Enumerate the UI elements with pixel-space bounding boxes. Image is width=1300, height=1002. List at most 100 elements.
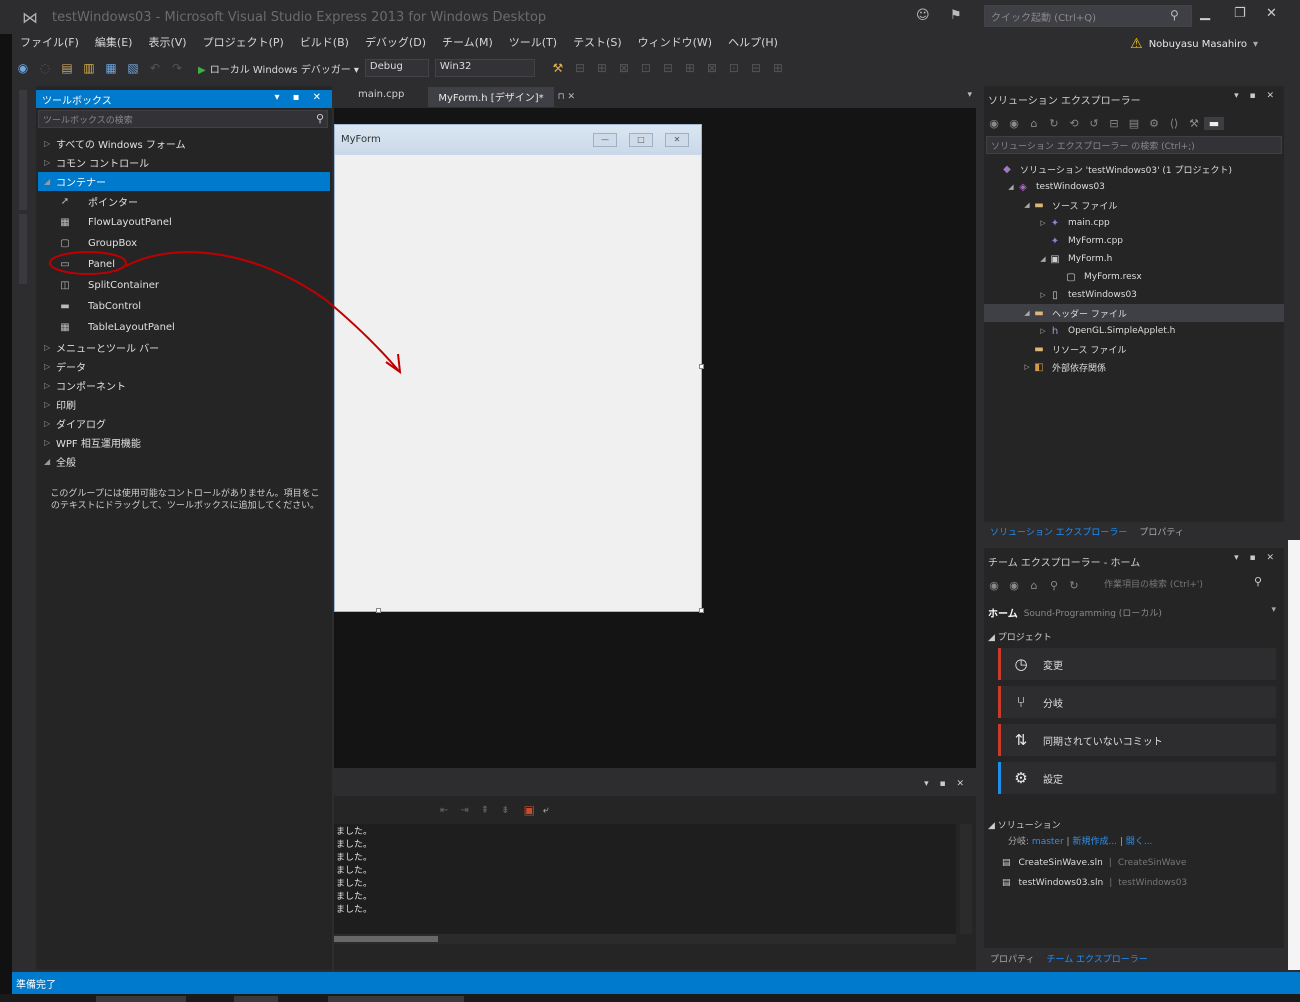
solutions-section-header[interactable]: ◢ ソリューション	[988, 818, 1061, 831]
layout-align-icon-10[interactable]: ⊞	[769, 59, 787, 77]
panel-window-buttons[interactable]: ▾ ▪ ✕	[1234, 91, 1278, 101]
menu-item[interactable]: ウィンドウ(W)	[630, 34, 720, 54]
document-tab[interactable]: main.cpp	[348, 87, 414, 107]
menu-item[interactable]: チーム(M)	[434, 34, 501, 54]
solution-row[interactable]: ▤ testWindows03.sln | testWindows03	[1002, 874, 1187, 892]
tab-pin-close-icons[interactable]: ⊓ ✕	[558, 92, 575, 102]
home-icon[interactable]: ⌂	[1024, 117, 1044, 130]
toolbox-group[interactable]: ▷ コモン コントロール	[38, 153, 330, 172]
tree-node[interactable]: ◆ ソリューション 'testWindows03' (1 プロジェクト)	[984, 160, 1284, 178]
start-debugging-button[interactable]: ▶ ローカル Windows デバッガー ▾	[198, 61, 359, 76]
layout-align-icon-9[interactable]: ⊟	[747, 59, 765, 77]
new-solution-link[interactable]: 新規作成...	[1072, 837, 1117, 847]
find-message-icon[interactable]: ⇞	[481, 805, 489, 816]
expanded-arrow-icon[interactable]: ◢	[1006, 183, 1016, 191]
menu-item[interactable]: 表示(V)	[140, 34, 194, 54]
output-text[interactable]: ました。 ました。 ました。 ました。 ました。 ました。 ました。	[334, 824, 956, 934]
panel-tab[interactable]: プロパティ	[1133, 522, 1189, 541]
team-explorer-tile[interactable]: ⇅ 同期されていないコミット	[998, 724, 1276, 756]
collapsed-arrow-icon[interactable]: ▷	[1038, 219, 1048, 227]
panel-window-buttons[interactable]: ▾ ▪ ✕	[924, 779, 968, 789]
taskbar-item[interactable]	[328, 996, 464, 1002]
menu-item[interactable]: ビルド(B)	[292, 34, 357, 54]
panel-window-buttons[interactable]: ▾ ▪ ✕	[1234, 553, 1278, 563]
quick-launch-input[interactable]: クイック起動 (Ctrl+Q)	[984, 5, 1192, 27]
platform-select[interactable]: Win32	[434, 59, 535, 77]
output-header[interactable]: ▾ ▪ ✕	[334, 774, 976, 796]
menu-item[interactable]: ファイル(F)	[12, 34, 87, 54]
panel-tab[interactable]: チーム エクスプローラー	[1040, 949, 1153, 968]
layout-align-icon-4[interactable]: ⊡	[637, 59, 655, 77]
layout-align-icon-8[interactable]: ⊡	[725, 59, 743, 77]
search-icon[interactable]: ⚲	[316, 112, 324, 125]
output-vertical-scrollbar[interactable]	[960, 824, 972, 934]
team-explorer-context[interactable]: ホーム Sound-Programming (ローカル) ▾	[988, 602, 1280, 622]
back-icon[interactable]: ◉	[14, 59, 32, 77]
team-explorer-tile[interactable]: ⚙ 設定	[998, 762, 1276, 794]
save-icon[interactable]: ▦	[102, 59, 120, 77]
resize-handle-corner[interactable]	[699, 608, 704, 613]
feedback-icon[interactable]: ☺	[916, 8, 930, 23]
forward-icon[interactable]: ◉	[1004, 579, 1024, 592]
solution-row[interactable]: ▤ CreateSinWave.sln | CreateSinWave	[1002, 854, 1186, 872]
connect-icon[interactable]: ⚲	[1044, 579, 1064, 592]
expanded-arrow-icon[interactable]: ◢	[1022, 309, 1032, 317]
expanded-arrow-icon[interactable]: ◢	[1038, 255, 1048, 263]
tree-node[interactable]: ◢ ▬ ソース ファイル	[984, 196, 1284, 214]
collapsed-arrow-icon[interactable]: ▷	[1038, 327, 1048, 335]
toolbox-group[interactable]: ▷ ダイアログ	[38, 414, 330, 433]
notifications-flag-icon[interactable]: ⚑	[950, 8, 962, 23]
tree-node[interactable]: ◢ ◈ testWindows03	[984, 178, 1284, 196]
refresh-icon[interactable]: ↺	[1084, 117, 1104, 130]
taskbar-item[interactable]	[234, 996, 278, 1002]
team-explorer-tile[interactable]: ⑂ 分岐	[998, 686, 1276, 718]
server-explorer-tab[interactable]	[19, 90, 27, 210]
next-message-icon[interactable]: ⇥	[460, 805, 468, 816]
account-area[interactable]: ⚠ Nobuyasu Masahiro ▾	[1130, 36, 1258, 52]
properties-icon[interactable]: ⚙	[1144, 117, 1164, 130]
minimize-icon[interactable]: ▁	[1200, 6, 1210, 21]
clear-all-icon[interactable]: ▣	[524, 803, 535, 817]
branch-link[interactable]: master	[1032, 837, 1064, 847]
configuration-select[interactable]: Debug	[364, 59, 429, 77]
pending-changes-icon[interactable]: ↻	[1044, 117, 1064, 130]
forward-icon[interactable]: ◉	[1004, 117, 1024, 130]
menu-item[interactable]: テスト(S)	[565, 34, 630, 54]
layout-align-icon-3[interactable]: ⊠	[615, 59, 633, 77]
search-icon[interactable]: ⚲	[1254, 575, 1262, 588]
prev-message-icon[interactable]: ⇤	[440, 805, 448, 816]
close-icon[interactable]: ✕	[1266, 6, 1277, 21]
undo-icon[interactable]: ↶	[146, 59, 164, 77]
toolbox-group[interactable]: ▷ すべての Windows フォーム	[38, 134, 330, 153]
chevron-down-icon[interactable]: ▾	[967, 90, 972, 100]
layout-align-icon-5[interactable]: ⊟	[659, 59, 677, 77]
save-all-icon[interactable]: ▧	[124, 59, 142, 77]
collapsed-arrow-icon[interactable]: ▷	[1038, 291, 1048, 299]
panel-window-buttons[interactable]: ▾ ▪ ✕	[274, 92, 326, 103]
restore-icon[interactable]: ❐	[1234, 6, 1246, 21]
taskbar-item[interactable]	[96, 996, 186, 1002]
toolbox-header[interactable]: ツールボックス ▾ ▪ ✕	[36, 90, 332, 108]
preview-selected-icon[interactable]: ▬	[1204, 116, 1224, 130]
designer-surface[interactable]: MyForm — □ ✕	[334, 108, 976, 768]
layout-align-icon-2[interactable]: ⊞	[593, 59, 611, 77]
menu-item[interactable]: プロジェクト(P)	[195, 34, 292, 54]
layout-align-icon-1[interactable]: ⊟	[571, 59, 589, 77]
tree-node[interactable]: ▬ リソース ファイル	[984, 340, 1284, 358]
sync-icon[interactable]: ⟲	[1064, 117, 1084, 130]
refresh-icon[interactable]: ↻	[1064, 579, 1084, 592]
document-tab[interactable]: MyForm.h [デザイン]*	[428, 87, 554, 107]
toolbox-item[interactable]: ➚ ポインター	[38, 191, 330, 212]
back-icon[interactable]: ◉	[984, 579, 1004, 592]
scrollbar-thumb[interactable]	[334, 936, 438, 942]
output-horizontal-scrollbar[interactable]	[334, 934, 956, 944]
solution-explorer-search-input[interactable]: ソリューション エクスプローラー の検索 (Ctrl+;)	[986, 136, 1282, 154]
tree-node[interactable]: ▷ h OpenGL.SimpleApplet.h	[984, 322, 1284, 340]
resize-handle-bottom[interactable]	[376, 608, 381, 613]
chevron-down-icon[interactable]: ▾	[1271, 605, 1276, 615]
team-explorer-tile[interactable]: ◷ 変更	[998, 648, 1276, 680]
menu-item[interactable]: ヘルプ(H)	[720, 34, 786, 54]
forward-icon[interactable]: ◌	[36, 59, 54, 77]
redo-icon[interactable]: ↷	[168, 59, 186, 77]
collapsed-arrow-icon[interactable]: ▷	[1022, 363, 1032, 371]
